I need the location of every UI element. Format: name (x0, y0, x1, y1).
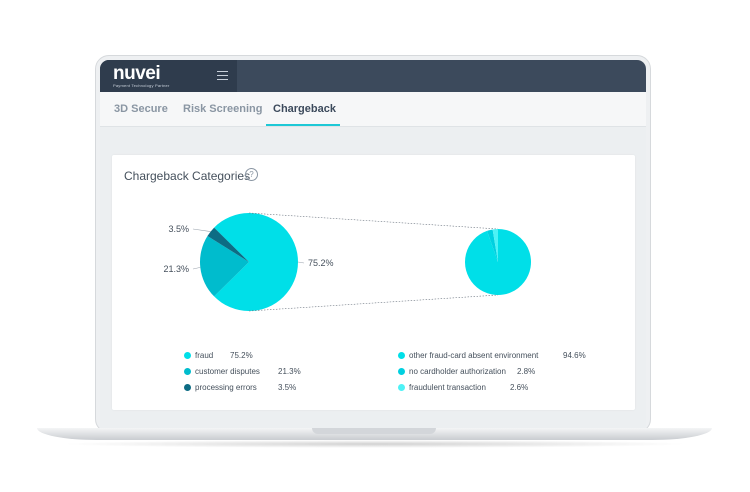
detail-legend-item[interactable]: other fraud-card absent environment 94.6% (398, 351, 628, 361)
legend-label: fraud (195, 351, 214, 360)
nuvei-logo[interactable]: nuvei (113, 63, 161, 85)
tab-3d-secure[interactable]: 3D Secure (114, 103, 168, 115)
main-pie-label-processing-errors: 3.5% (168, 224, 189, 234)
legend-value: 2.6% (510, 383, 529, 392)
main-legend-item[interactable]: fraud 75.2% (184, 351, 364, 361)
legend-dot (398, 384, 405, 391)
logo-tagline: Payment Technology Partner (113, 83, 170, 88)
legend-dot (398, 352, 405, 359)
app-screen: nuvei Payment Technology Partner 3D Secu… (100, 60, 646, 428)
legend-label: no cardholder authorization (409, 367, 506, 376)
laptop-notch (312, 428, 436, 434)
main-pie-leader-processing-errors (192, 228, 211, 232)
legend-right: other fraud-card absent environment 94.6%… (398, 351, 628, 393)
legend-dot (184, 384, 191, 391)
laptop-shadow (60, 440, 690, 448)
legend-label: fraudulent transaction (409, 383, 486, 392)
tab-chargeback[interactable]: Chargeback (273, 103, 336, 115)
tab-risk-screening[interactable]: Risk Screening (183, 103, 262, 115)
hamburger-menu-icon[interactable] (217, 71, 228, 80)
main-legend-item[interactable]: processing errors 3.5% (184, 383, 364, 393)
detail-legend-item[interactable]: fraudulent transaction 2.6% (398, 383, 628, 393)
legend-value: 2.8% (517, 367, 536, 376)
main-pie-leader-fraud (297, 261, 305, 264)
legend-dot (184, 352, 191, 359)
legend-value: 3.5% (278, 383, 297, 392)
main-pie-label-fraud: 75.2% (308, 258, 334, 268)
legend-label: customer disputes (195, 367, 260, 376)
legend-value: 94.6% (563, 351, 586, 360)
connector-line-top (248, 212, 499, 230)
main-legend-item[interactable]: customer disputes 21.3% (184, 367, 364, 377)
chargeback-categories-card: Chargeback Categories ? 75.2% 21.3% 3.5% f… (112, 155, 635, 410)
main-pie-label-customer-disputes: 21.3% (163, 264, 189, 274)
tab-bar: 3D Secure Risk Screening Chargeback (100, 92, 646, 127)
legend-label: other fraud-card absent environment (409, 351, 539, 360)
main-pie-leader-customer-disputes (192, 267, 201, 270)
detail-legend-item[interactable]: no cardholder authorization 2.8% (398, 367, 628, 377)
legend-value: 75.2% (230, 351, 253, 360)
active-tab-indicator (266, 124, 340, 126)
brand-area: nuvei Payment Technology Partner (100, 60, 237, 92)
legend-left: fraud 75.2% customer disputes 21.3% processi… (184, 351, 364, 393)
chargeback-pie-chart: 75.2% 21.3% 3.5% (163, 212, 531, 312)
legend-dot (184, 368, 191, 375)
connector-line-bottom (248, 294, 499, 312)
legend-label: processing errors (195, 383, 257, 392)
legend-value: 21.3% (278, 367, 301, 376)
legend-dot (398, 368, 405, 375)
